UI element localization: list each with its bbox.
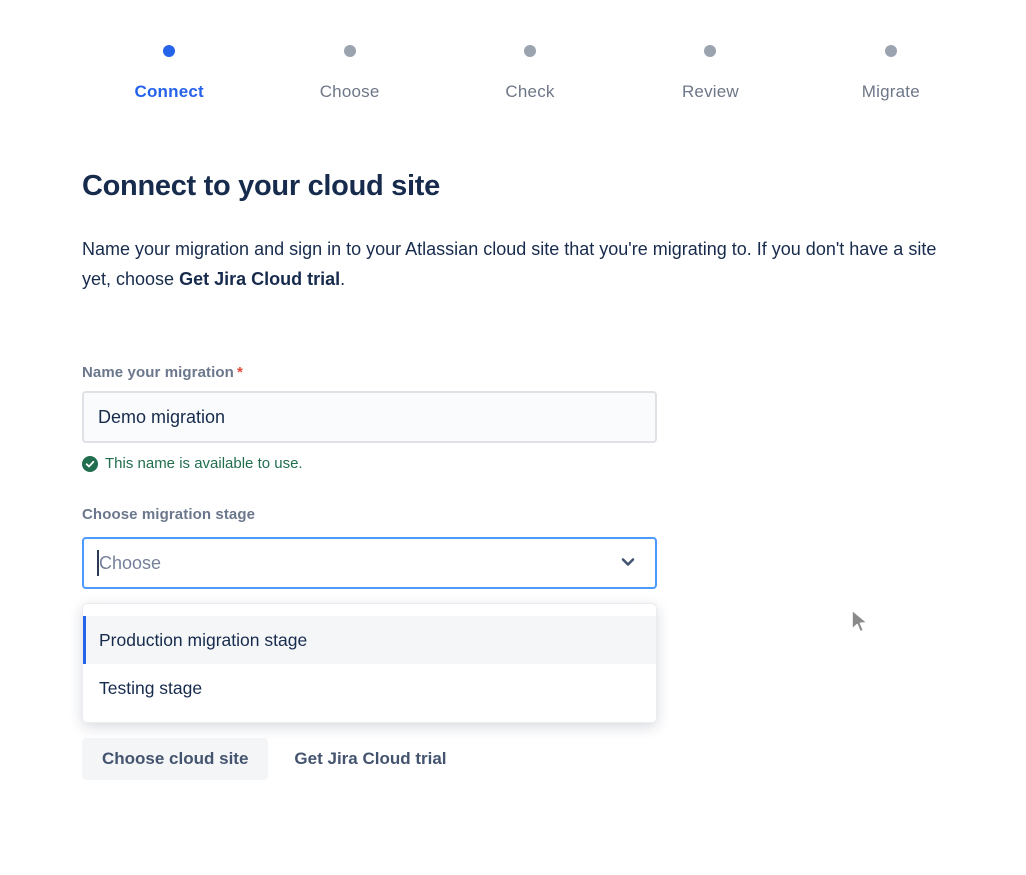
select-placeholder: Choose	[99, 553, 161, 574]
step-dot-check	[524, 45, 536, 57]
page-description: Name your migration and sign in to your …	[82, 234, 964, 294]
page-title: Connect to your cloud site	[82, 168, 1026, 204]
description-bold-text: Get Jira Cloud trial	[179, 269, 340, 289]
step-dot-choose	[344, 45, 356, 57]
step-choose[interactable]: Choose	[259, 45, 439, 102]
step-check[interactable]: Check	[440, 45, 620, 102]
step-label-migrate: Migrate	[862, 82, 920, 102]
mouse-cursor	[845, 607, 871, 642]
check-circle-icon	[82, 456, 98, 472]
migration-name-label: Name your migration*	[82, 364, 1026, 381]
step-dot-connect	[163, 45, 175, 57]
step-dot-migrate	[885, 45, 897, 57]
step-migrate[interactable]: Migrate	[801, 45, 981, 102]
step-label-choose: Choose	[320, 82, 380, 102]
step-dot-review	[704, 45, 716, 57]
choose-cloud-site-button[interactable]: Choose cloud site	[82, 738, 268, 780]
migration-name-input[interactable]	[82, 391, 657, 443]
migration-stage-label: Choose migration stage	[82, 506, 1026, 523]
migration-stage-select[interactable]: Choose	[82, 537, 657, 589]
step-label-review: Review	[682, 82, 739, 102]
chevron-down-icon[interactable]	[619, 553, 637, 576]
main-content: Connect to your cloud site Name your mig…	[82, 168, 1026, 780]
migration-stepper: Connect Choose Check Review Migrate	[79, 45, 981, 102]
step-connect[interactable]: Connect	[79, 45, 259, 102]
step-review[interactable]: Review	[620, 45, 800, 102]
option-production-migration-stage[interactable]: Production migration stage	[83, 616, 656, 664]
description-period: .	[340, 269, 345, 289]
step-label-connect: Connect	[135, 82, 204, 102]
action-buttons: Choose cloud site Get Jira Cloud trial	[82, 738, 1026, 780]
success-text: This name is available to use.	[105, 455, 303, 472]
get-jira-cloud-trial-button[interactable]: Get Jira Cloud trial	[294, 738, 446, 780]
required-asterisk: *	[237, 364, 243, 381]
step-label-check: Check	[505, 82, 554, 102]
migration-stage-dropdown: Production migration stage Testing stage	[82, 603, 657, 723]
option-testing-stage[interactable]: Testing stage	[83, 664, 656, 712]
name-availability-message: This name is available to use.	[82, 455, 1026, 472]
